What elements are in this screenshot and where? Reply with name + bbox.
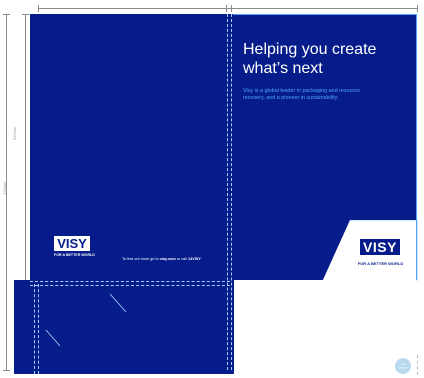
footer-mid: or call — [175, 257, 189, 261]
dimension-tick — [38, 5, 39, 12]
headline-line-1: Helping you create — [243, 41, 377, 58]
fold-line — [34, 284, 35, 374]
dimension-line-left-inner — [25, 14, 26, 280]
footer-prefix: To find out more go to — [122, 257, 160, 261]
card-slits — [45, 293, 127, 347]
dimension-tick — [22, 14, 29, 15]
fold-line — [30, 281, 230, 282]
footer-website-link[interactable]: visy.com — [160, 257, 176, 261]
badge-line-2: PRINT — [398, 366, 408, 370]
fold-line — [30, 285, 230, 286]
logo-back: VISY FOR A BETTER WORLD — [54, 236, 100, 262]
dimension-tick — [417, 5, 418, 12]
dimension-label-total: 475mm — [2, 181, 7, 195]
fold-line — [38, 284, 39, 374]
dimension-tick — [226, 5, 227, 12]
fold-line — [417, 355, 418, 375]
headline: Helping you create what’s next — [243, 40, 413, 78]
fold-line — [231, 14, 232, 370]
dimension-tick — [3, 14, 10, 15]
body-text: Visy is a global leader in packaging and… — [243, 88, 361, 101]
print-badge: FC PRINT — [395, 358, 411, 374]
logo-tagline: FOR A BETTER WORLD — [54, 253, 95, 257]
dimension-tick — [3, 370, 10, 371]
logo-icon: VISY — [54, 236, 90, 251]
logo-icon: VISY — [360, 239, 400, 255]
logo-tagline: FOR A BETTER WORLD — [357, 261, 404, 266]
headline-line-2: what’s next — [243, 60, 323, 77]
pocket-flap-left-lip — [14, 284, 30, 374]
fold-line — [227, 14, 228, 370]
logo-front: VISY FOR A BETTER WORLD — [354, 234, 407, 271]
footer-phone[interactable]: 13VISY — [188, 257, 201, 261]
contact-footer: To find out more go to visy.com or call … — [122, 257, 202, 261]
footer-end: . — [200, 257, 202, 261]
dimension-tick — [231, 5, 232, 12]
dimension-label-top: 315mm — [12, 126, 17, 140]
dimension-line-top — [38, 8, 418, 9]
badge-line-1: FC — [401, 362, 405, 366]
